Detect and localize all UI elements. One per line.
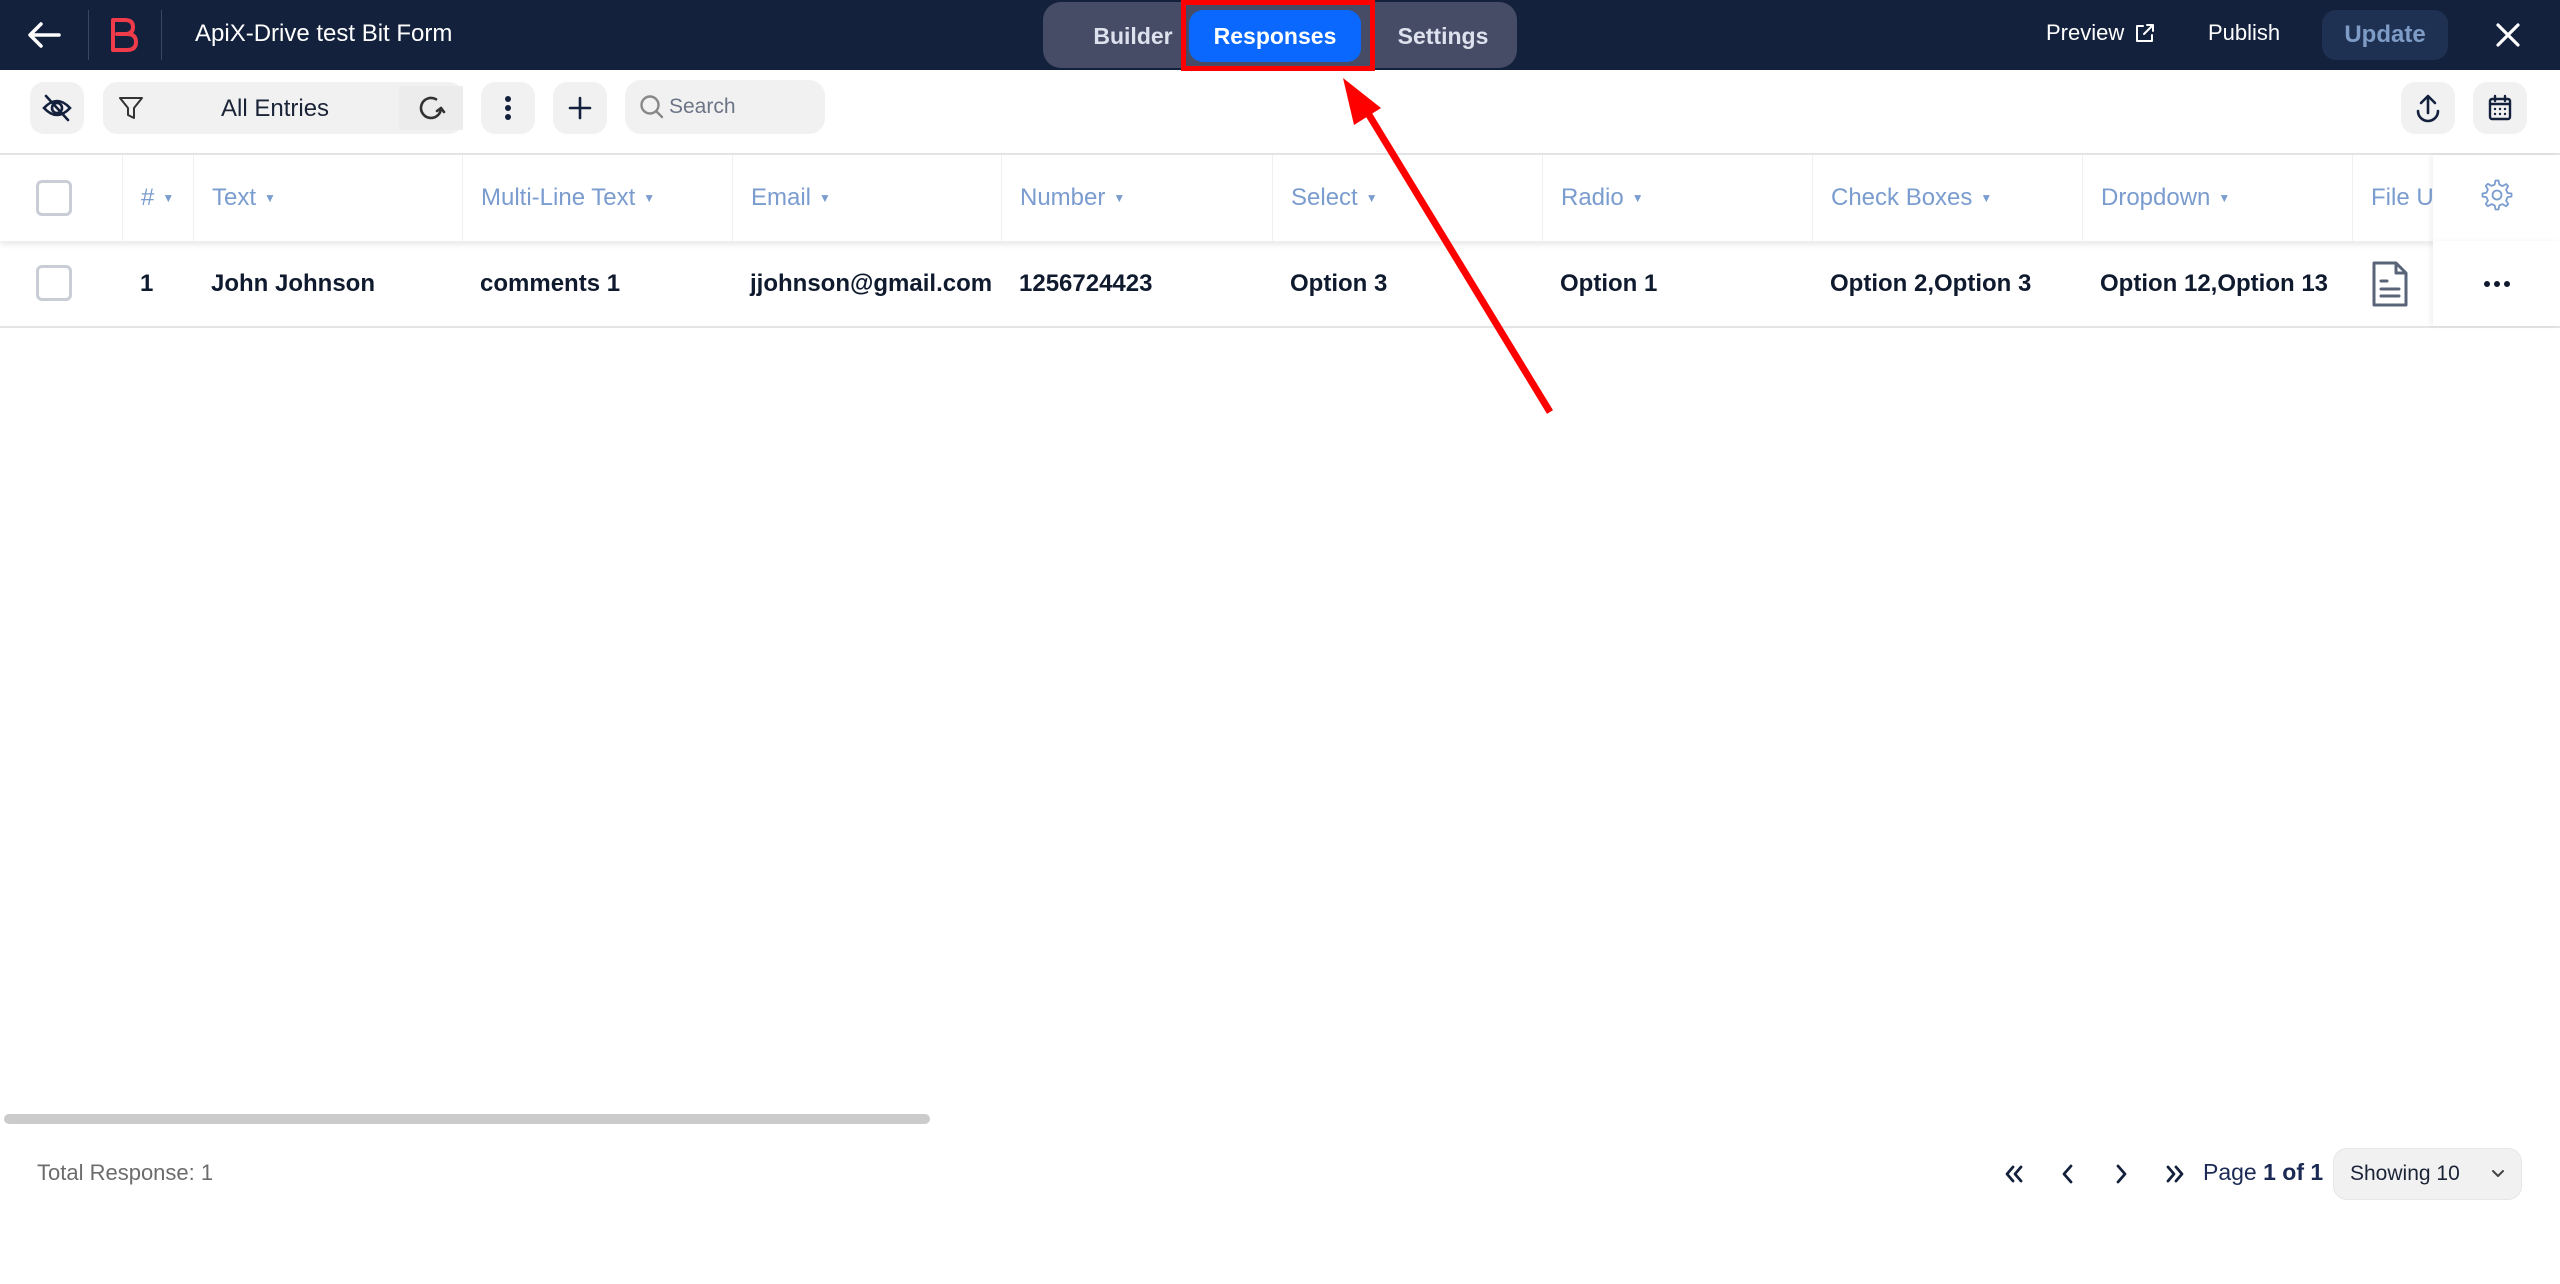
external-link-icon (2136, 24, 2155, 42)
sort-caret-icon: ▼ (162, 191, 175, 205)
row-checkbox[interactable] (36, 265, 72, 301)
search-input[interactable] (669, 95, 819, 119)
sort-caret-icon: ▼ (1365, 191, 1378, 205)
sort-caret-icon: ▼ (1980, 191, 1993, 205)
chevrons-right-icon (2166, 1165, 2184, 1183)
divider (88, 10, 89, 60)
more-vertical-icon (505, 96, 511, 120)
search-box (625, 80, 825, 134)
refresh-icon (419, 96, 446, 120)
column-header-dropdown[interactable]: Dropdown ▼ (2082, 155, 2352, 241)
cell-text: John Johnson (211, 269, 375, 297)
select-all-checkbox[interactable] (36, 180, 72, 216)
refresh-button[interactable] (399, 86, 463, 130)
preview-label: Preview (2046, 20, 2125, 45)
update-button[interactable]: Update (2322, 10, 2448, 60)
gear-icon (2481, 179, 2512, 211)
file-icon[interactable] (2370, 259, 2410, 309)
view-tabs: Builder Responses Settings (1043, 2, 1517, 68)
cell-dropdown: Option 12,Option 13 (2100, 269, 2329, 297)
column-header-multiline-text[interactable]: Multi-Line Text ▼ (462, 155, 732, 241)
more-horizontal-icon (2483, 280, 2510, 287)
cell-multiline-text: comments 1 (480, 269, 621, 297)
bitform-logo (105, 16, 145, 56)
column-header-select[interactable]: Select ▼ (1272, 155, 1542, 241)
column-header-number[interactable]: Number ▼ (1001, 155, 1272, 241)
page-size-label: Showing 10 (2350, 1162, 2460, 1185)
more-options-button[interactable] (481, 82, 535, 134)
filter-label[interactable]: All Entries (221, 95, 329, 123)
previous-page-button[interactable] (2050, 1156, 2084, 1192)
back-button[interactable] (24, 17, 64, 53)
page-size-select[interactable]: Showing 10 (2333, 1148, 2522, 1200)
publish-button[interactable]: Publish (2208, 20, 2280, 46)
column-header-text[interactable]: Text ▼ (193, 155, 462, 241)
preview-button[interactable]: Preview (2046, 20, 2156, 46)
eye-off-icon (42, 94, 72, 122)
last-page-button[interactable] (2158, 1156, 2192, 1192)
cell-index: 1 (140, 269, 154, 297)
chevron-right-icon (2116, 1164, 2127, 1184)
chevrons-left-icon (2005, 1165, 2023, 1183)
sort-caret-icon: ▼ (1113, 191, 1126, 205)
plus-icon (568, 96, 592, 120)
column-header-index[interactable]: # ▼ (122, 155, 193, 241)
page-value: 1 of 1 (2263, 1159, 2324, 1185)
total-responses: Total Response: 1 (37, 1160, 214, 1185)
column-header-file-upload[interactable]: File U (2352, 155, 2433, 241)
sort-caret-icon: ▼ (1631, 191, 1644, 205)
arrow-left-icon (28, 22, 61, 48)
cell-file-upload[interactable] (2352, 241, 2433, 326)
tab-responses[interactable]: Responses (1189, 10, 1361, 62)
close-button[interactable] (2490, 17, 2526, 53)
sort-caret-icon: ▼ (2218, 191, 2231, 205)
tab-settings[interactable]: Settings (1373, 10, 1513, 62)
sort-caret-icon: ▼ (264, 191, 276, 205)
row-actions-button[interactable] (2433, 241, 2560, 326)
first-page-button[interactable] (1997, 1156, 2031, 1192)
tab-builder[interactable]: Builder (1063, 10, 1203, 62)
cell-radio: Option 1 (1560, 269, 1658, 297)
cell-select: Option 3 (1290, 269, 1388, 297)
table-row[interactable]: 1 John Johnson comments 1 jjohnson@gmail… (0, 241, 2560, 328)
sort-caret-icon: ▼ (819, 191, 831, 205)
toggle-columns-visibility-button[interactable] (30, 82, 84, 134)
top-bar: ApiX-Drive test Bit Form Builder Respons… (0, 0, 2560, 71)
sort-caret-icon: ▼ (643, 191, 656, 205)
cell-email: jjohnson@gmail.com (750, 269, 993, 297)
column-header-check-boxes[interactable]: Check Boxes ▼ (1812, 155, 2082, 241)
annotation-arrow-head (1343, 78, 1381, 125)
column-header-radio[interactable]: Radio ▼ (1542, 155, 1812, 241)
horizontal-scrollbar[interactable] (4, 1114, 930, 1124)
page-prefix: Page (2203, 1159, 2257, 1185)
divider (161, 10, 162, 60)
add-entry-button[interactable] (553, 82, 607, 134)
form-title: ApiX-Drive test Bit Form (195, 20, 453, 47)
search-icon (640, 95, 664, 119)
column-header-email[interactable]: Email ▼ (732, 155, 1001, 241)
filter-icon[interactable] (117, 94, 145, 122)
page-indicator: Page 1 of 1 (2203, 1159, 2323, 1186)
cell-check-boxes: Option 2,Option 3 (1830, 269, 2032, 297)
table-settings-button[interactable] (2433, 155, 2560, 241)
chevron-down-icon (2492, 1170, 2504, 1177)
chevron-left-icon (2062, 1164, 2073, 1184)
upload-icon (2416, 94, 2440, 123)
date-filter-button[interactable] (2473, 82, 2527, 134)
table-header: # ▼ Text ▼ Multi-Line Text ▼ Email ▼ Number ▼… (0, 153, 2560, 241)
calendar-icon (2488, 94, 2512, 121)
close-icon (2496, 23, 2520, 47)
next-page-button[interactable] (2105, 1156, 2139, 1192)
cell-number: 1256724423 (1019, 269, 1153, 297)
entries-filter: All Entries (103, 82, 463, 134)
export-button[interactable] (2401, 82, 2455, 134)
